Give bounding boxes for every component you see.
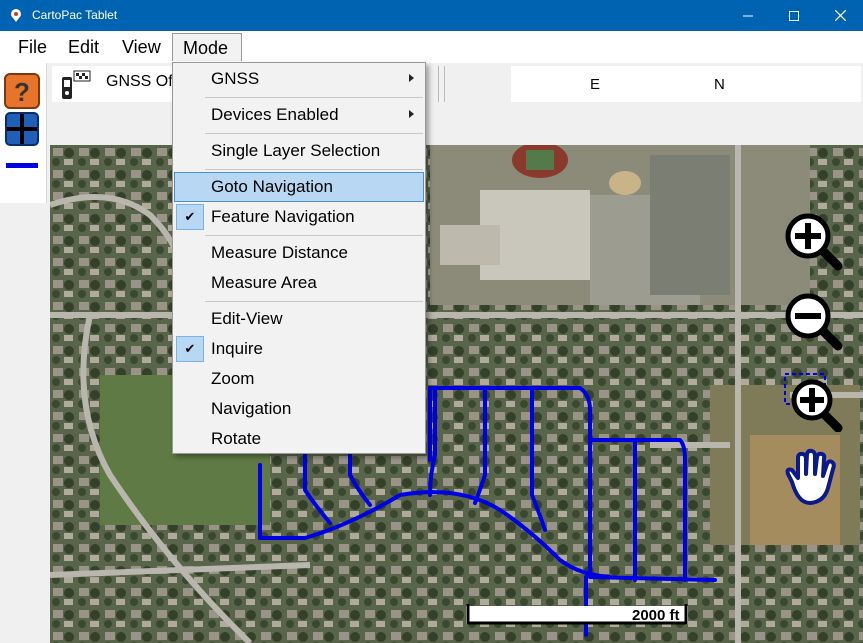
coordinate-readout: [511, 66, 861, 102]
crosshair-button[interactable]: [4, 111, 40, 147]
toolbar-separator: [444, 66, 445, 102]
menu-item-edit-view[interactable]: Edit-View: [174, 304, 424, 334]
menu-item-zoom[interactable]: Zoom: [174, 364, 424, 394]
submenu-arrow-icon: [409, 74, 414, 82]
left-tool-strip: ?: [0, 63, 47, 203]
menu-item-navigation[interactable]: Navigation: [174, 394, 424, 424]
menu-item-measure-area[interactable]: Measure Area: [174, 268, 424, 298]
menu-divider: [205, 133, 423, 134]
scale-label: 2000 ft: [632, 607, 680, 624]
zoom-box-icon: [784, 373, 843, 433]
submenu-arrow-icon: [409, 110, 414, 118]
zoom-in-icon: [785, 213, 843, 271]
menu-item-devices-enabled[interactable]: Devices Enabled: [174, 100, 424, 130]
zoom-out-icon: [785, 293, 843, 351]
maximize-icon: [789, 10, 799, 21]
close-icon: [834, 10, 846, 21]
gnss-status-label: GNSS Off: [106, 73, 177, 90]
help-icon: ?: [4, 73, 40, 109]
menu-divider: [205, 235, 423, 236]
help-button[interactable]: ?: [4, 73, 40, 109]
menu-item-single-layer-selection[interactable]: Single Layer Selection: [174, 136, 424, 166]
menu-bar: File Edit View Mode: [0, 31, 863, 63]
menu-item-inquire[interactable]: ✔ Inquire: [174, 334, 424, 364]
crosshair-icon: [5, 112, 39, 146]
checkmark-icon: ✔: [176, 336, 204, 362]
maximize-button[interactable]: [771, 0, 817, 31]
menu-file[interactable]: File: [10, 33, 55, 61]
zoom-in-button[interactable]: [782, 210, 844, 272]
window-title: CartoPac Tablet: [32, 8, 118, 22]
pan-button[interactable]: [780, 448, 842, 510]
northing-label: N: [714, 76, 725, 93]
menu-item-measure-distance[interactable]: Measure Distance: [174, 238, 424, 268]
menu-item-gnss[interactable]: GNSS: [174, 64, 424, 94]
minimize-icon: [743, 15, 753, 16]
menu-edit[interactable]: Edit: [60, 33, 107, 61]
easting-label: E: [590, 76, 601, 93]
gnss-device-icon: [62, 70, 91, 99]
menu-item-feature-navigation[interactable]: ✔ Feature Navigation: [174, 202, 424, 232]
svg-text:?: ?: [14, 77, 30, 107]
menu-divider: [205, 97, 423, 98]
line-style-indicator[interactable]: [6, 163, 38, 168]
menu-divider: [205, 169, 423, 170]
app-icon: [11, 9, 21, 22]
zoom-out-button[interactable]: [782, 290, 844, 352]
menu-item-goto-navigation[interactable]: Goto Navigation: [174, 172, 424, 202]
minimize-button[interactable]: [725, 0, 771, 31]
title-bar: CartoPac Tablet: [0, 0, 863, 31]
close-button[interactable]: [817, 0, 863, 31]
checkmark-icon: ✔: [176, 204, 204, 230]
menu-divider: [205, 301, 423, 302]
menu-item-rotate[interactable]: Rotate: [174, 424, 424, 454]
zoom-box-button[interactable]: [782, 370, 844, 433]
pan-hand-icon: [785, 448, 836, 505]
toolbar-separator: [438, 66, 439, 102]
mode-menu-dropdown: GNSS Devices Enabled Single Layer Select…: [172, 62, 426, 454]
menu-mode[interactable]: Mode: [172, 33, 242, 61]
menu-view[interactable]: View: [114, 33, 169, 61]
